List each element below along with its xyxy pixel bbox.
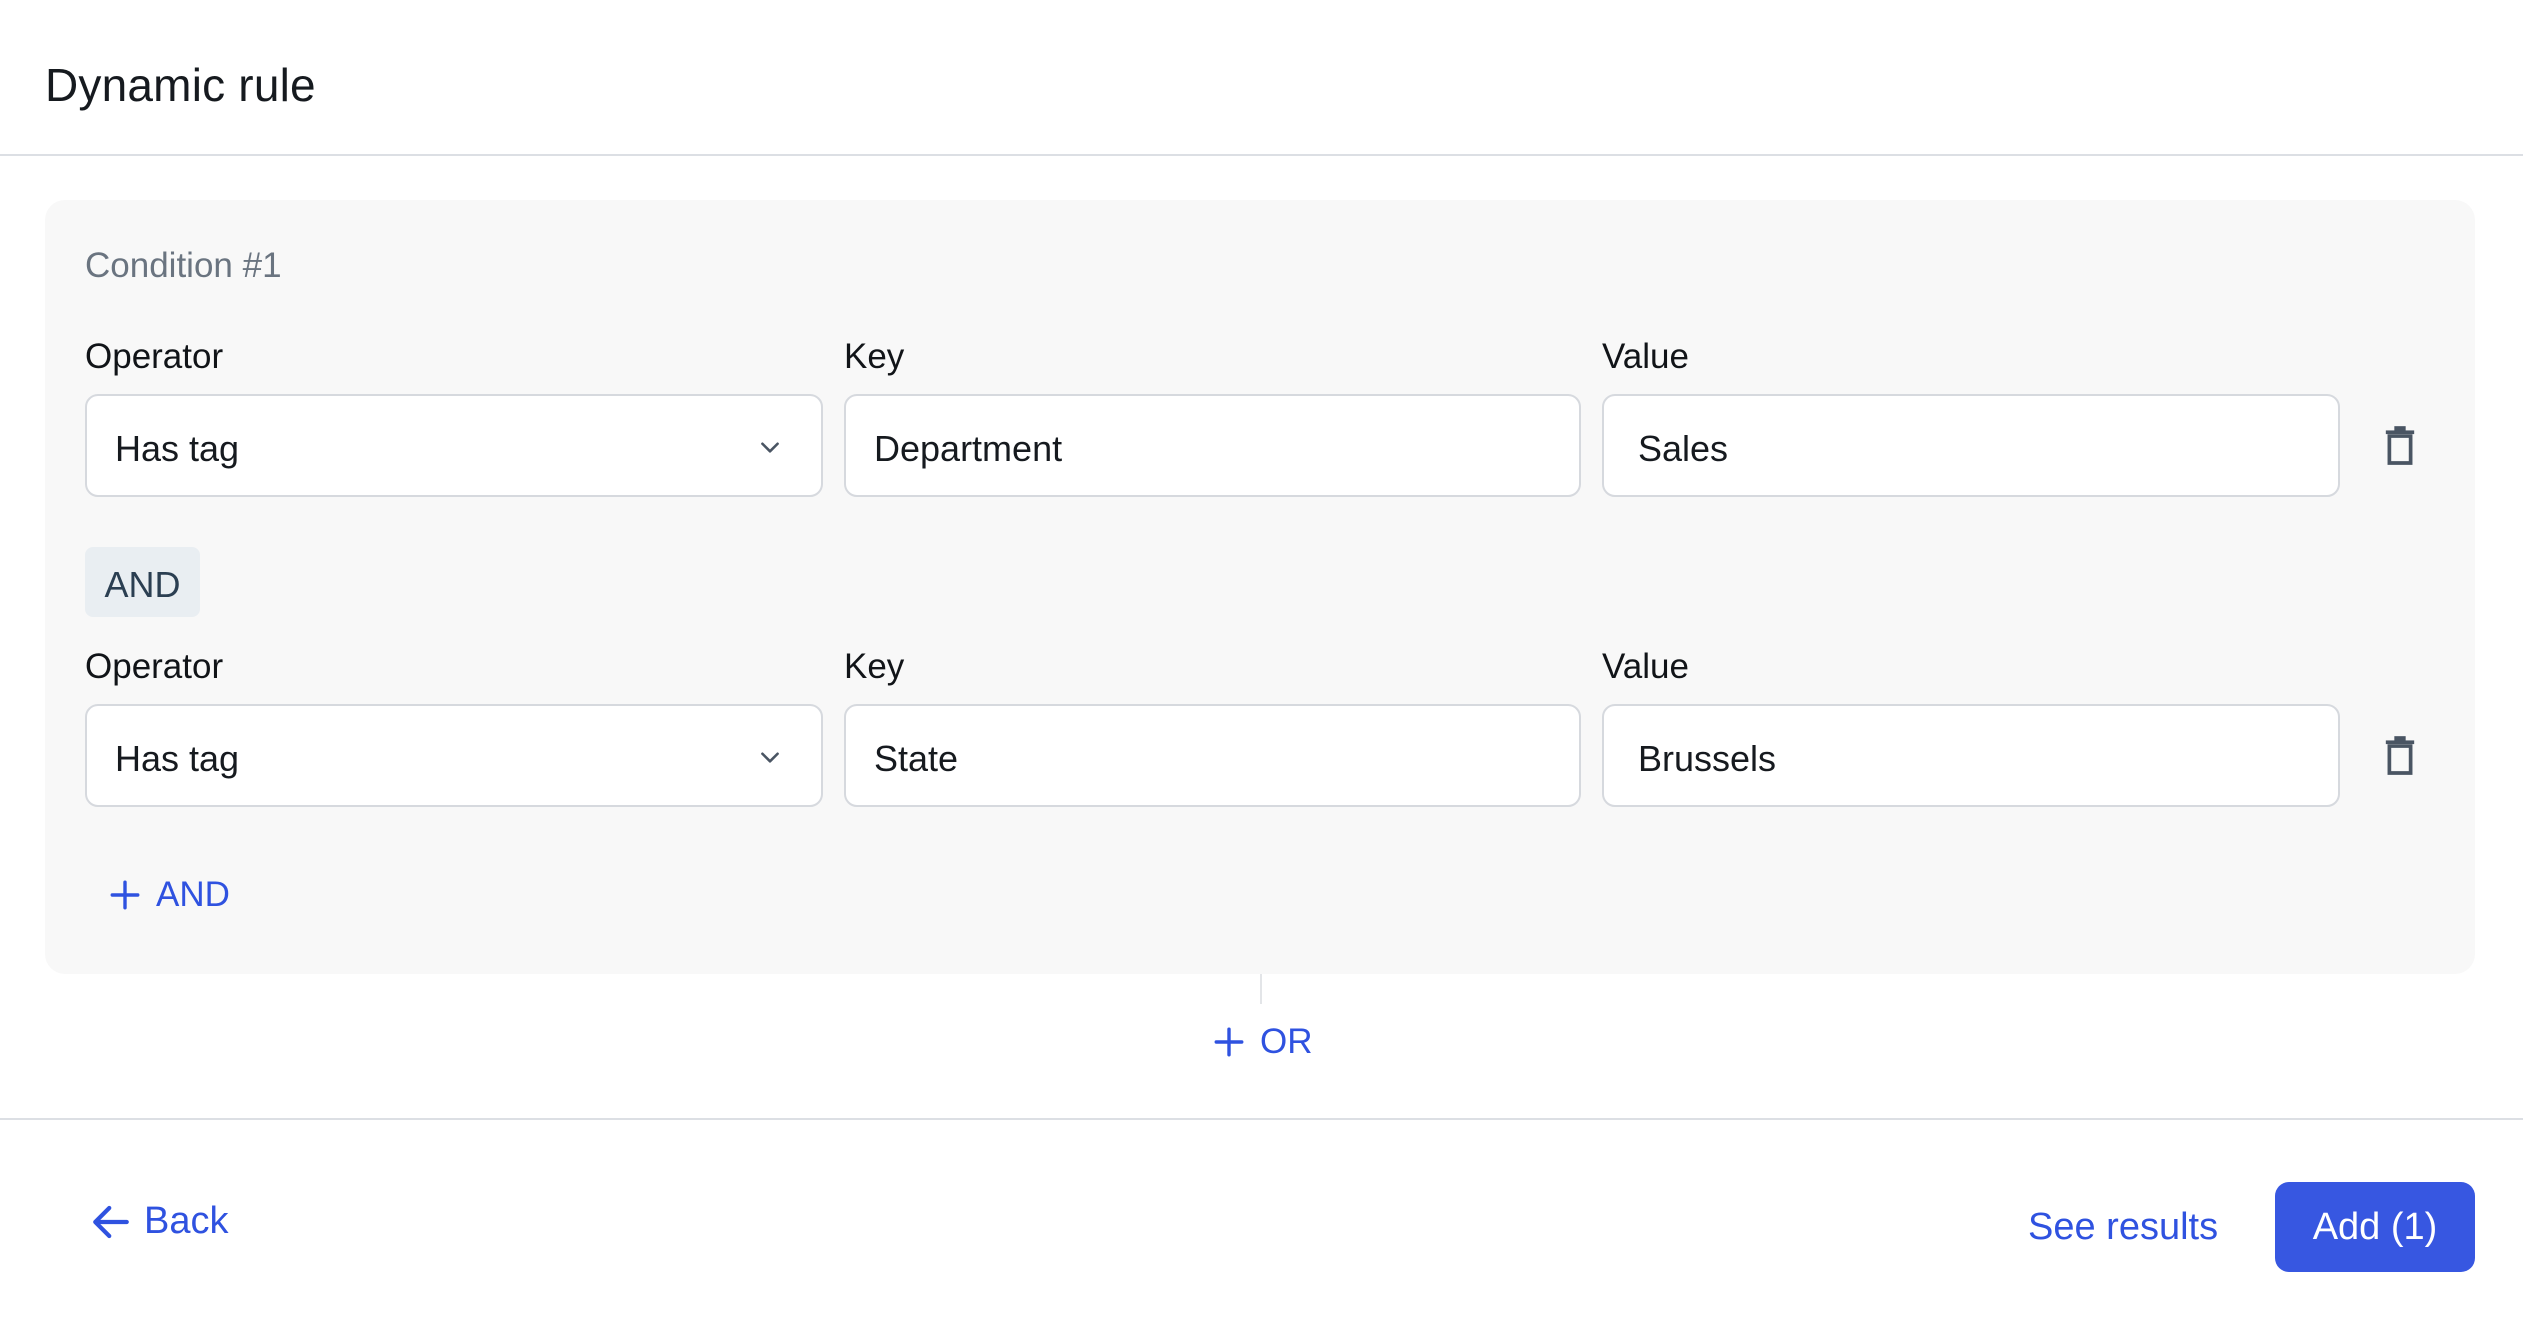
see-results-button[interactable]: See results: [2028, 1206, 2218, 1249]
or-connector: [1260, 974, 1262, 1004]
plus-icon: [1214, 1027, 1244, 1057]
chevron-down-icon: [761, 752, 779, 763]
add-button[interactable]: Add (1): [2275, 1182, 2475, 1272]
key-input-value: Department: [874, 428, 1063, 469]
dialog-header: Dynamic rule: [0, 0, 2523, 156]
condition-panel: Condition #1 Operator Key Value Has tag …: [45, 200, 2475, 974]
key-input[interactable]: State: [844, 704, 1581, 807]
add-button-label: Add (1): [2312, 1205, 2438, 1248]
and-chip-label: AND: [104, 564, 181, 605]
trash-icon[interactable]: [2383, 426, 2417, 466]
operator-label: Operator: [85, 337, 224, 376]
value-input-value: Brussels: [1638, 738, 1777, 779]
key-label: Key: [844, 647, 905, 686]
value-label: Value: [1602, 337, 1689, 376]
condition-title: Condition #1: [85, 246, 282, 285]
operator-select-value: Has tag: [115, 428, 240, 469]
value-input[interactable]: Sales: [1602, 394, 2340, 497]
trash-icon[interactable]: [2383, 736, 2417, 776]
back-button[interactable]: Back: [90, 1200, 228, 1243]
footer-divider: [0, 1118, 2523, 1120]
chevron-down-icon: [761, 442, 779, 453]
operator-select-value: Has tag: [115, 738, 240, 779]
add-and-label: AND: [156, 875, 230, 914]
value-input[interactable]: Brussels: [1602, 704, 2340, 807]
key-input[interactable]: Department: [844, 394, 1581, 497]
add-or-button[interactable]: OR: [1212, 1022, 1313, 1062]
key-input-value: State: [874, 738, 959, 779]
back-label: Back: [144, 1200, 229, 1242]
value-input-value: Sales: [1638, 428, 1729, 469]
and-chip: AND: [85, 547, 200, 617]
add-or-label: OR: [1260, 1022, 1313, 1061]
dynamic-rule-dialog: Dynamic rule Condition #1 Operator Key V…: [0, 0, 2523, 1319]
key-label: Key: [844, 337, 905, 376]
value-label: Value: [1602, 647, 1689, 686]
operator-label: Operator: [85, 647, 224, 686]
plus-icon: [110, 880, 140, 910]
arrow-left-icon: [93, 1205, 129, 1238]
operator-select[interactable]: Has tag: [85, 704, 823, 807]
dialog-title: Dynamic rule: [45, 59, 316, 111]
add-and-button[interactable]: AND: [108, 875, 230, 915]
operator-select[interactable]: Has tag: [85, 394, 823, 497]
